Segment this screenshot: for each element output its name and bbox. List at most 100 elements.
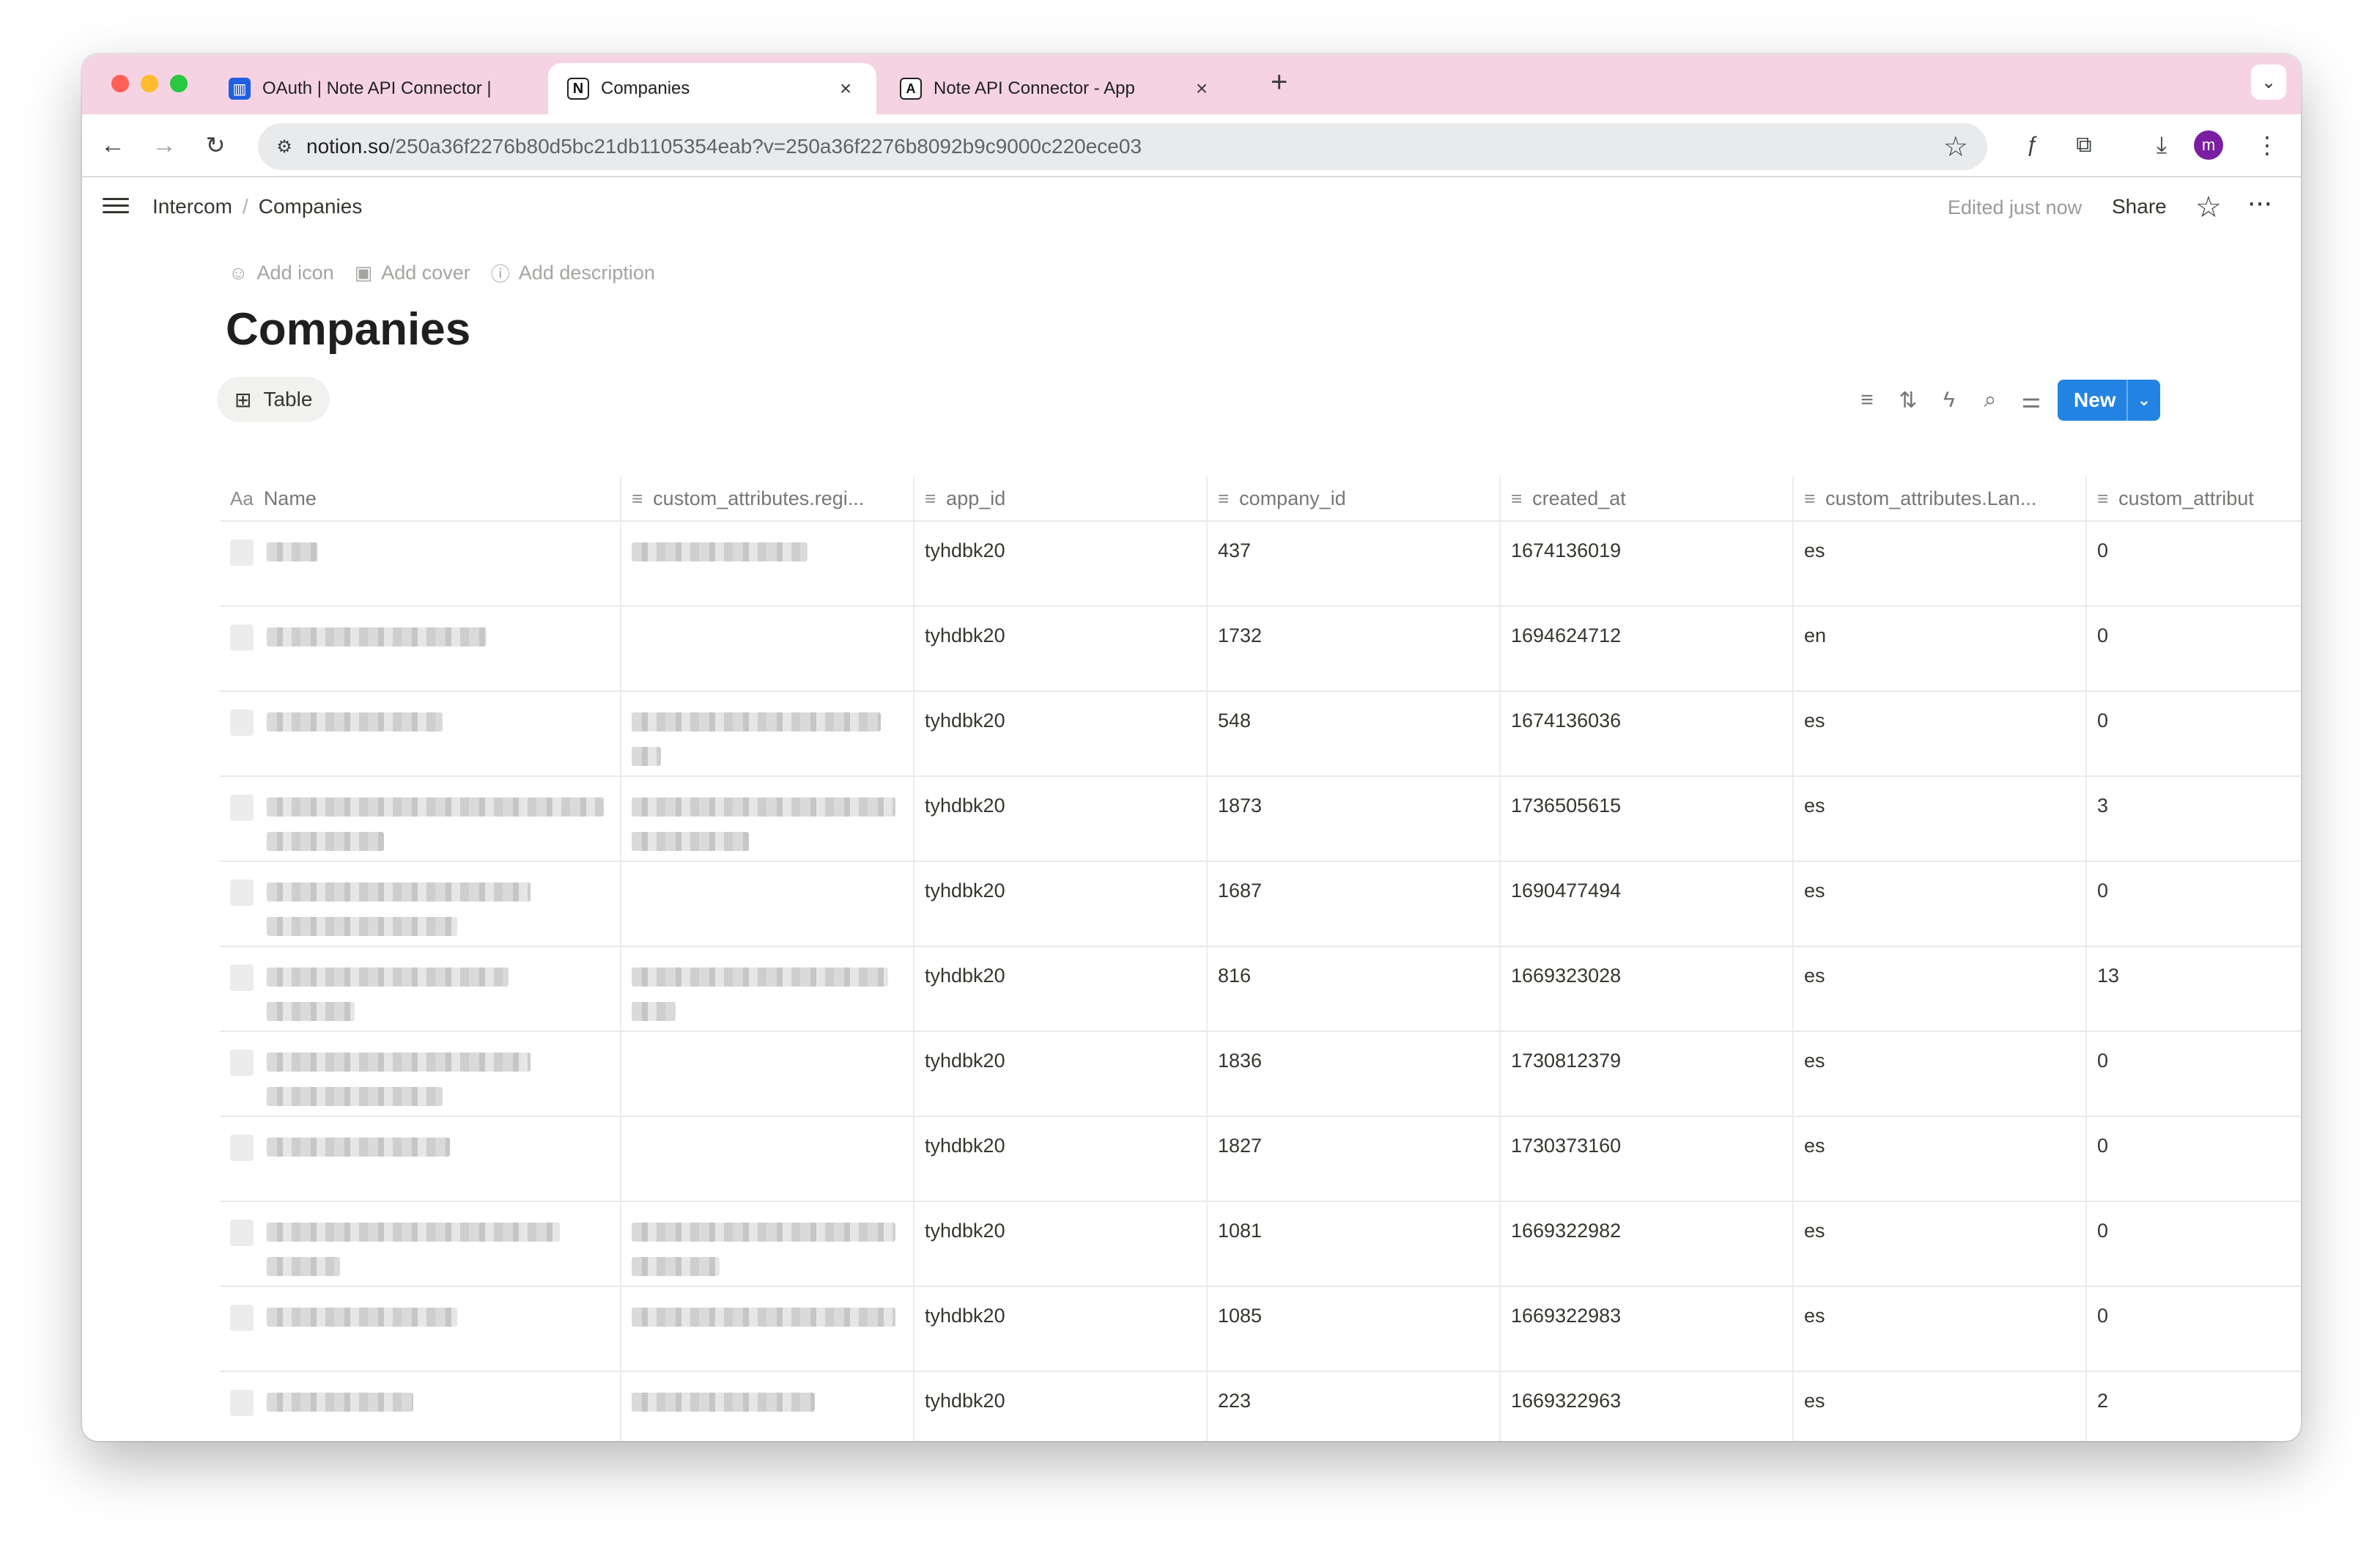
cell-company-id[interactable]: 1081 [1208, 1202, 1501, 1286]
cell-name[interactable] [220, 1372, 621, 1441]
table-row[interactable]: tyhdbk20 1081 1669322982 es 0 [220, 1202, 2301, 1287]
close-tab-icon[interactable]: × [1190, 77, 1213, 100]
cell-app-id[interactable]: tyhdbk20 [914, 1287, 1208, 1371]
cell-created-at[interactable]: 1694624712 [1501, 607, 1794, 690]
tab-note-api[interactable]: A Note API Connector - App × [888, 63, 1225, 114]
cell-region[interactable] [621, 607, 914, 690]
browser-menu-icon[interactable]: ⋮ [2251, 129, 2283, 161]
cell-region[interactable] [621, 1117, 914, 1201]
column-header-region[interactable]: ≡ custom_attributes.regi... [621, 476, 914, 520]
cell-app-id[interactable]: tyhdbk20 [914, 1372, 1208, 1441]
cell-language[interactable]: es [1794, 862, 2087, 946]
cell-company-id[interactable]: 1827 [1208, 1117, 1501, 1201]
table-row[interactable]: tyhdbk20 1827 1730373160 es 0 [220, 1117, 2301, 1202]
cell-created-at[interactable]: 1669322983 [1501, 1287, 1794, 1371]
cell-region[interactable] [621, 862, 914, 946]
new-tab-button[interactable]: + [1271, 66, 1287, 99]
column-header-custom-attribute[interactable]: ≡ custom_attribut [2087, 476, 2301, 520]
cell-language[interactable]: en [1794, 607, 2087, 690]
back-arrow-icon[interactable]: ← [97, 129, 129, 161]
cell-company-id[interactable]: 1687 [1208, 862, 1501, 946]
cell-company-id[interactable]: 816 [1208, 947, 1501, 1031]
cell-created-at[interactable]: 1669323028 [1501, 947, 1794, 1031]
url-text[interactable]: notion.so/250a36f2276b80d5bc21db1105354e… [306, 135, 1142, 158]
extensions-puzzle-icon[interactable]: ⧉ [2068, 129, 2100, 161]
column-header-app-id[interactable]: ≡ app_id [914, 476, 1208, 520]
cell-name[interactable] [220, 1032, 621, 1116]
search-icon[interactable]: ⌕ [1970, 388, 2011, 413]
cell-app-id[interactable]: tyhdbk20 [914, 777, 1208, 860]
cell-name[interactable] [220, 1202, 621, 1286]
cell-company-id[interactable]: 1732 [1208, 607, 1501, 690]
favorite-star-icon[interactable]: ☆ [2195, 191, 2222, 224]
cell-custom-attribute[interactable]: 2 [2087, 1372, 2301, 1441]
cell-company-id[interactable]: 1873 [1208, 777, 1501, 860]
cell-region[interactable] [621, 1202, 914, 1286]
cell-custom-attribute[interactable]: 3 [2087, 777, 2301, 860]
cell-region[interactable] [621, 692, 914, 775]
sidebar-toggle-icon[interactable] [103, 194, 129, 220]
table-row[interactable]: tyhdbk20 223 1669322963 es 2 [220, 1372, 2301, 1441]
cell-app-id[interactable]: tyhdbk20 [914, 607, 1208, 690]
breadcrumb-companies[interactable]: Companies [259, 195, 363, 218]
cell-name[interactable] [220, 607, 621, 690]
cell-created-at[interactable]: 1690477494 [1501, 862, 1794, 946]
cell-name[interactable] [220, 692, 621, 775]
cell-region[interactable] [621, 522, 914, 605]
page-title[interactable]: Companies [226, 303, 470, 355]
cell-created-at[interactable]: 1730373160 [1501, 1117, 1794, 1201]
cell-created-at[interactable]: 1674136036 [1501, 692, 1794, 775]
share-button[interactable]: Share [2112, 195, 2167, 218]
cell-custom-attribute[interactable]: 0 [2087, 522, 2301, 605]
cell-language[interactable]: es [1794, 777, 2087, 860]
cell-company-id[interactable]: 437 [1208, 522, 1501, 605]
cell-region[interactable] [621, 947, 914, 1031]
table-row[interactable]: tyhdbk20 1732 1694624712 en 0 [220, 607, 2301, 692]
cell-app-id[interactable]: tyhdbk20 [914, 947, 1208, 1031]
cell-name[interactable] [220, 947, 621, 1031]
cell-language[interactable]: es [1794, 947, 2087, 1031]
table-row[interactable]: tyhdbk20 1836 1730812379 es 0 [220, 1032, 2301, 1117]
cell-custom-attribute[interactable]: 0 [2087, 607, 2301, 690]
cell-custom-attribute[interactable]: 13 [2087, 947, 2301, 1031]
cell-app-id[interactable]: tyhdbk20 [914, 1032, 1208, 1116]
close-tab-icon[interactable]: × [834, 77, 857, 100]
cell-language[interactable]: es [1794, 1117, 2087, 1201]
extension-fx-icon[interactable]: ƒ [2017, 129, 2049, 161]
add-description-button[interactable]: ⓘ Add description [491, 259, 655, 287]
table-row[interactable]: tyhdbk20 1687 1690477494 es 0 [220, 862, 2301, 947]
cell-name[interactable] [220, 1287, 621, 1371]
cell-name[interactable] [220, 777, 621, 860]
cell-custom-attribute[interactable]: 0 [2087, 1117, 2301, 1201]
cell-created-at[interactable]: 1730812379 [1501, 1032, 1794, 1116]
cell-app-id[interactable]: tyhdbk20 [914, 1117, 1208, 1201]
column-header-language[interactable]: ≡ custom_attributes.Lan... [1794, 476, 2087, 520]
cell-region[interactable] [621, 1032, 914, 1116]
chevron-down-icon[interactable]: ⌄ [2126, 380, 2160, 421]
cell-custom-attribute[interactable]: 0 [2087, 1202, 2301, 1286]
column-header-created-at[interactable]: ≡ created_at [1501, 476, 1794, 520]
cell-company-id[interactable]: 1836 [1208, 1032, 1501, 1116]
maximize-window-button[interactable] [170, 75, 188, 92]
tab-search-button[interactable]: ⌄ [2251, 64, 2286, 100]
download-icon[interactable]: ⤓ [2146, 129, 2178, 161]
settings-sliders-icon[interactable]: ⚌ [2011, 388, 2052, 413]
cell-custom-attribute[interactable]: 0 [2087, 692, 2301, 775]
minimize-window-button[interactable] [141, 75, 158, 92]
table-row[interactable]: tyhdbk20 1873 1736505615 es 3 [220, 777, 2301, 862]
cell-custom-attribute[interactable]: 0 [2087, 1032, 2301, 1116]
reload-icon[interactable]: ↻ [199, 129, 232, 161]
cell-language[interactable]: es [1794, 1287, 2087, 1371]
add-cover-button[interactable]: ▣ Add cover [355, 259, 470, 287]
sort-icon[interactable]: ⇅ [1888, 388, 1929, 413]
cell-language[interactable]: es [1794, 1032, 2087, 1116]
table-row[interactable]: tyhdbk20 437 1674136019 es 0 [220, 522, 2301, 607]
cell-created-at[interactable]: 1669322963 [1501, 1372, 1794, 1441]
breadcrumb-intercom[interactable]: Intercom [152, 195, 232, 218]
cell-region[interactable] [621, 1372, 914, 1441]
cell-company-id[interactable]: 1085 [1208, 1287, 1501, 1371]
cell-name[interactable] [220, 862, 621, 946]
column-header-company-id[interactable]: ≡ company_id [1208, 476, 1501, 520]
new-button[interactable]: New ⌄ [2058, 380, 2160, 421]
cell-created-at[interactable]: 1669322982 [1501, 1202, 1794, 1286]
